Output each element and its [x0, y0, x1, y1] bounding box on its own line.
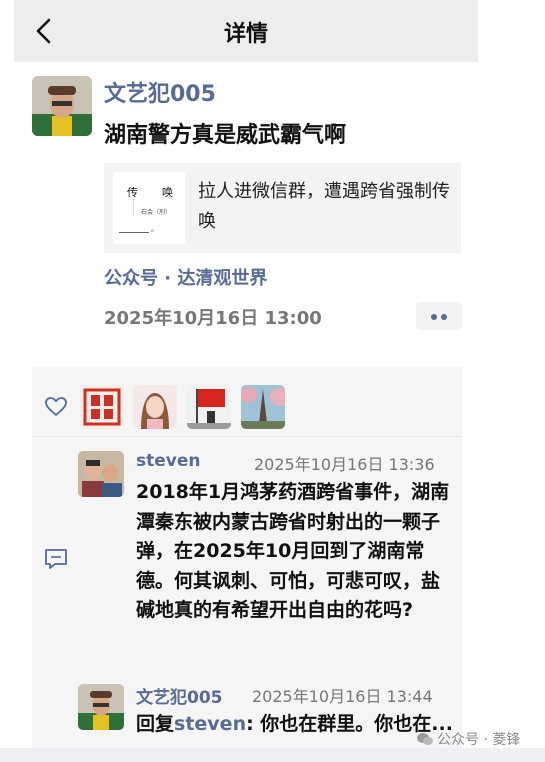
- liker-avatar[interactable]: [187, 385, 231, 429]
- shared-article-title: 拉人进微信群，遭遇跨省强制传唤: [198, 181, 450, 232]
- more-dots-icon: [431, 314, 447, 320]
- divider: [32, 436, 462, 437]
- author-avatar[interactable]: [32, 76, 92, 136]
- heart-icon: [45, 397, 67, 416]
- more-button[interactable]: [416, 302, 462, 330]
- thumbnail-dots: [133, 199, 139, 215]
- comment-time: 2025年10月16日 13:44: [252, 687, 433, 706]
- reply-prefix: 回复: [136, 713, 175, 735]
- phone-screen: 详情 文艺犯005 湖南警方真是威武霸气啊 传 唤 石会（刑） 。 拉人进微信群…: [14, 0, 478, 762]
- thumbnail-subtext: 石会（刑）: [141, 209, 172, 216]
- page-title: 详情: [223, 22, 268, 47]
- commenter-avatar[interactable]: [78, 684, 124, 730]
- post-text: 湖南警方真是威武霸气啊: [104, 123, 347, 148]
- commenter-avatar[interactable]: [78, 451, 124, 497]
- thumbnail-mark: 。: [151, 225, 158, 233]
- nav-bar: 详情: [14, 0, 478, 62]
- reply-comment-text[interactable]: 回复steven: 你也在群里。你也在...: [136, 710, 456, 740]
- watermark-text: 公众号 · 菱锋: [437, 732, 521, 748]
- comment-author[interactable]: 文艺犯005: [136, 683, 223, 708]
- wechat-icon: [417, 733, 433, 745]
- post-author-name[interactable]: 文艺犯005: [104, 76, 216, 108]
- bottom-bar: [0, 748, 545, 762]
- shared-article-card[interactable]: 传 唤 石会（刑） 。 拉人进微信群，遭遇跨省强制传唤: [104, 163, 461, 253]
- comment-icon: [45, 549, 67, 569]
- likes-row: [32, 367, 462, 436]
- liker-avatar[interactable]: [241, 385, 285, 429]
- watermark: 公众号 · 菱锋: [416, 729, 520, 749]
- post-timestamp: 2025年10月16日 13:00: [104, 308, 322, 329]
- thumbnail-line: [119, 232, 149, 233]
- interactions-panel: steven 2025年10月16日 13:36 2018年1月鸿茅药酒跨省事件…: [32, 367, 462, 762]
- source-link[interactable]: 公众号 · 达清观世界: [104, 264, 267, 290]
- comment-author[interactable]: steven: [136, 451, 201, 471]
- reply-target-name[interactable]: steven: [174, 713, 246, 735]
- article-thumbnail: 传 唤 石会（刑） 。: [113, 172, 185, 244]
- liker-avatar[interactable]: [80, 385, 124, 429]
- thumbnail-char-1: 传: [127, 186, 138, 199]
- comment-time: 2025年10月16日 13:36: [254, 455, 435, 474]
- comment-text[interactable]: 2018年1月鸿茅药酒跨省事件，湖南潭秦东被内蒙古跨省时射出的一颗子弹，在202…: [136, 478, 456, 626]
- thumbnail-char-2: 唤: [162, 186, 173, 199]
- liker-avatar[interactable]: [133, 385, 177, 429]
